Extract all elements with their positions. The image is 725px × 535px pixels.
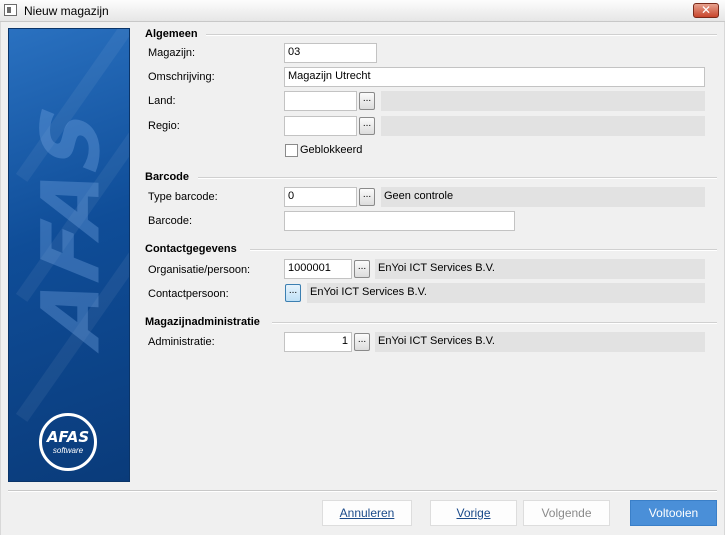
land-input[interactable] — [284, 91, 357, 111]
administratie-label: Administratie: — [148, 336, 215, 348]
afas-logo: AFAS software — [39, 413, 97, 471]
section-title-contactgegevens: Contactgegevens — [145, 243, 237, 255]
section-divider — [250, 249, 717, 251]
type-barcode-description: Geen controle — [381, 187, 705, 207]
window-title: Nieuw magazijn — [24, 4, 109, 18]
geblokkeerd-label: Geblokkeerd — [300, 144, 363, 156]
vorige-label: Vorige — [456, 506, 491, 520]
organisatie-description: EnYoi ICT Services B.V. — [375, 259, 705, 279]
annuleren-label: Annuleren — [339, 506, 395, 520]
regio-lookup-button[interactable]: ... — [359, 117, 375, 135]
annuleren-button[interactable]: Annuleren — [322, 500, 412, 526]
voltooien-button[interactable]: Voltooien — [630, 500, 717, 526]
volgende-button[interactable]: Volgende — [523, 500, 610, 526]
brand-banner: AFAS AFAS software — [8, 28, 130, 482]
section-divider — [272, 322, 717, 324]
organisatie-input[interactable]: 1000001 — [284, 259, 352, 279]
land-lookup-button[interactable]: ... — [359, 92, 375, 110]
administratie-input[interactable]: 1 — [284, 332, 352, 352]
logo-subtext: software — [52, 446, 84, 455]
logo-text: AFAS — [46, 428, 90, 446]
footer-divider — [8, 490, 717, 492]
contactpersoon-description: EnYoi ICT Services B.V. — [307, 283, 705, 303]
organisatie-label: Organisatie/persoon: — [148, 264, 251, 276]
vorige-button[interactable]: Vorige — [430, 500, 517, 526]
type-barcode-input[interactable]: 0 — [284, 187, 357, 207]
regio-description — [381, 116, 705, 136]
volgende-label: Volgende — [541, 506, 592, 520]
title-bar: Nieuw magazijn ✕ — [0, 0, 725, 22]
barcode-input[interactable] — [284, 211, 515, 231]
geblokkeerd-checkbox[interactable] — [285, 144, 298, 157]
section-divider — [206, 34, 717, 36]
contactpersoon-lookup-button[interactable]: ... — [285, 284, 301, 302]
omschrijving-label: Omschrijving: — [148, 71, 215, 83]
type-barcode-lookup-button[interactable]: ... — [359, 188, 375, 206]
window-icon — [4, 4, 17, 16]
land-description — [381, 91, 705, 111]
close-button[interactable]: ✕ — [693, 3, 719, 18]
voltooien-label: Voltooien — [648, 506, 699, 520]
administratie-description: EnYoi ICT Services B.V. — [375, 332, 705, 352]
magazijn-input[interactable]: 03 — [284, 43, 377, 63]
section-title-magazijnadministratie: Magazijnadministratie — [145, 316, 260, 328]
organisatie-lookup-button[interactable]: ... — [354, 260, 370, 278]
regio-input[interactable] — [284, 116, 357, 136]
section-title-algemeen: Algemeen — [145, 28, 198, 40]
contactpersoon-label: Contactpersoon: — [148, 288, 229, 300]
magazijn-label: Magazijn: — [148, 47, 196, 59]
close-icon: ✕ — [700, 3, 712, 17]
regio-label: Regio: — [148, 120, 180, 132]
barcode-label: Barcode: — [148, 215, 193, 227]
administratie-lookup-button[interactable]: ... — [354, 333, 370, 351]
land-label: Land: — [148, 95, 176, 107]
section-title-barcode: Barcode — [145, 171, 190, 183]
type-barcode-label: Type barcode: — [148, 191, 218, 203]
omschrijving-input[interactable]: Magazijn Utrecht — [284, 67, 705, 87]
brand-watermark: AFAS — [24, 98, 118, 353]
section-divider — [198, 177, 717, 179]
